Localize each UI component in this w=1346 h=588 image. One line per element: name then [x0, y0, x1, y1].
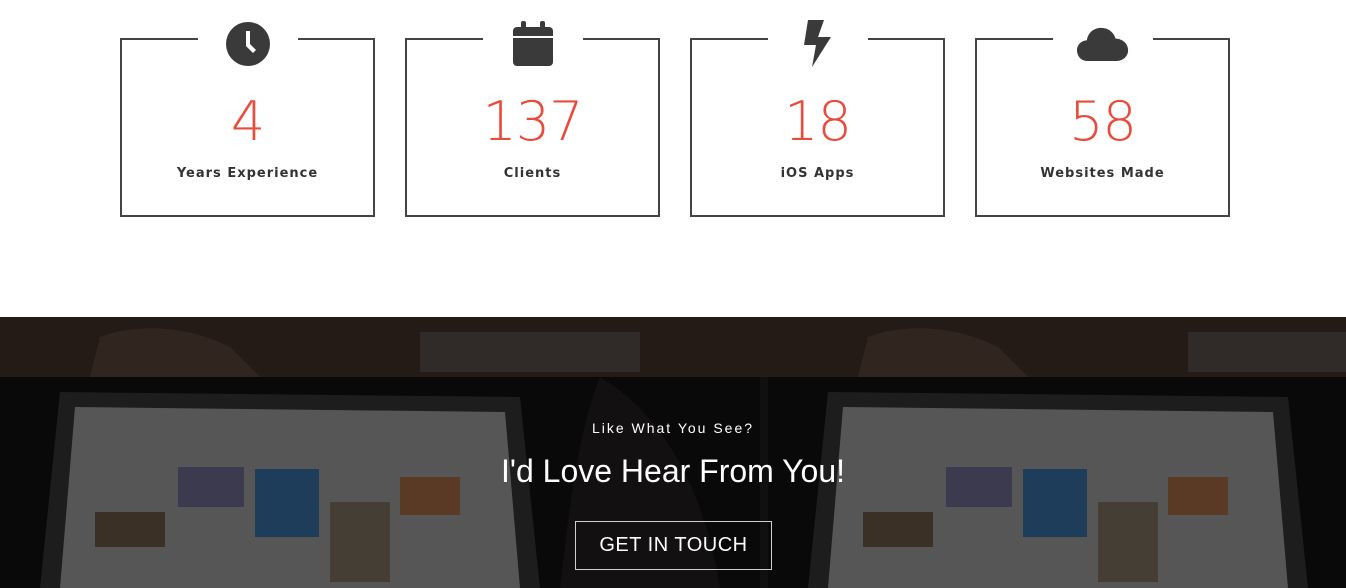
stat-card-ios-apps: 18 iOS Apps [690, 20, 945, 217]
cloud-icon [1077, 18, 1129, 70]
cta-headline: I'd Love Hear From You! [500, 453, 846, 489]
stat-value: 4 [230, 90, 265, 153]
cta-kicker: Like What You See? [591, 420, 755, 436]
stat-value: 58 [1069, 90, 1137, 153]
lightning-bolt-icon [792, 18, 844, 70]
get-in-touch-button[interactable]: GET IN TOUCH [575, 521, 772, 570]
stat-value: 137 [482, 90, 583, 153]
stat-label: Websites Made [1040, 166, 1165, 181]
clock-icon [222, 18, 274, 70]
stats-section: 4 Years Experience 137 Clients 18 iOS Ap… [0, 0, 1346, 317]
stat-card-years: 4 Years Experience [120, 22, 375, 217]
stat-card-websites: 58 Websites Made [975, 27, 1230, 217]
stat-label: Years Experience [176, 166, 319, 181]
stat-card-clients: 137 Clients [405, 21, 660, 217]
stat-value: 18 [784, 90, 852, 153]
calendar-icon [507, 18, 559, 70]
stat-label: Clients [503, 166, 562, 181]
stat-label: iOS Apps [780, 166, 855, 181]
contact-call-to-action: Like What You See? I'd Love Hear From Yo… [0, 317, 1346, 588]
